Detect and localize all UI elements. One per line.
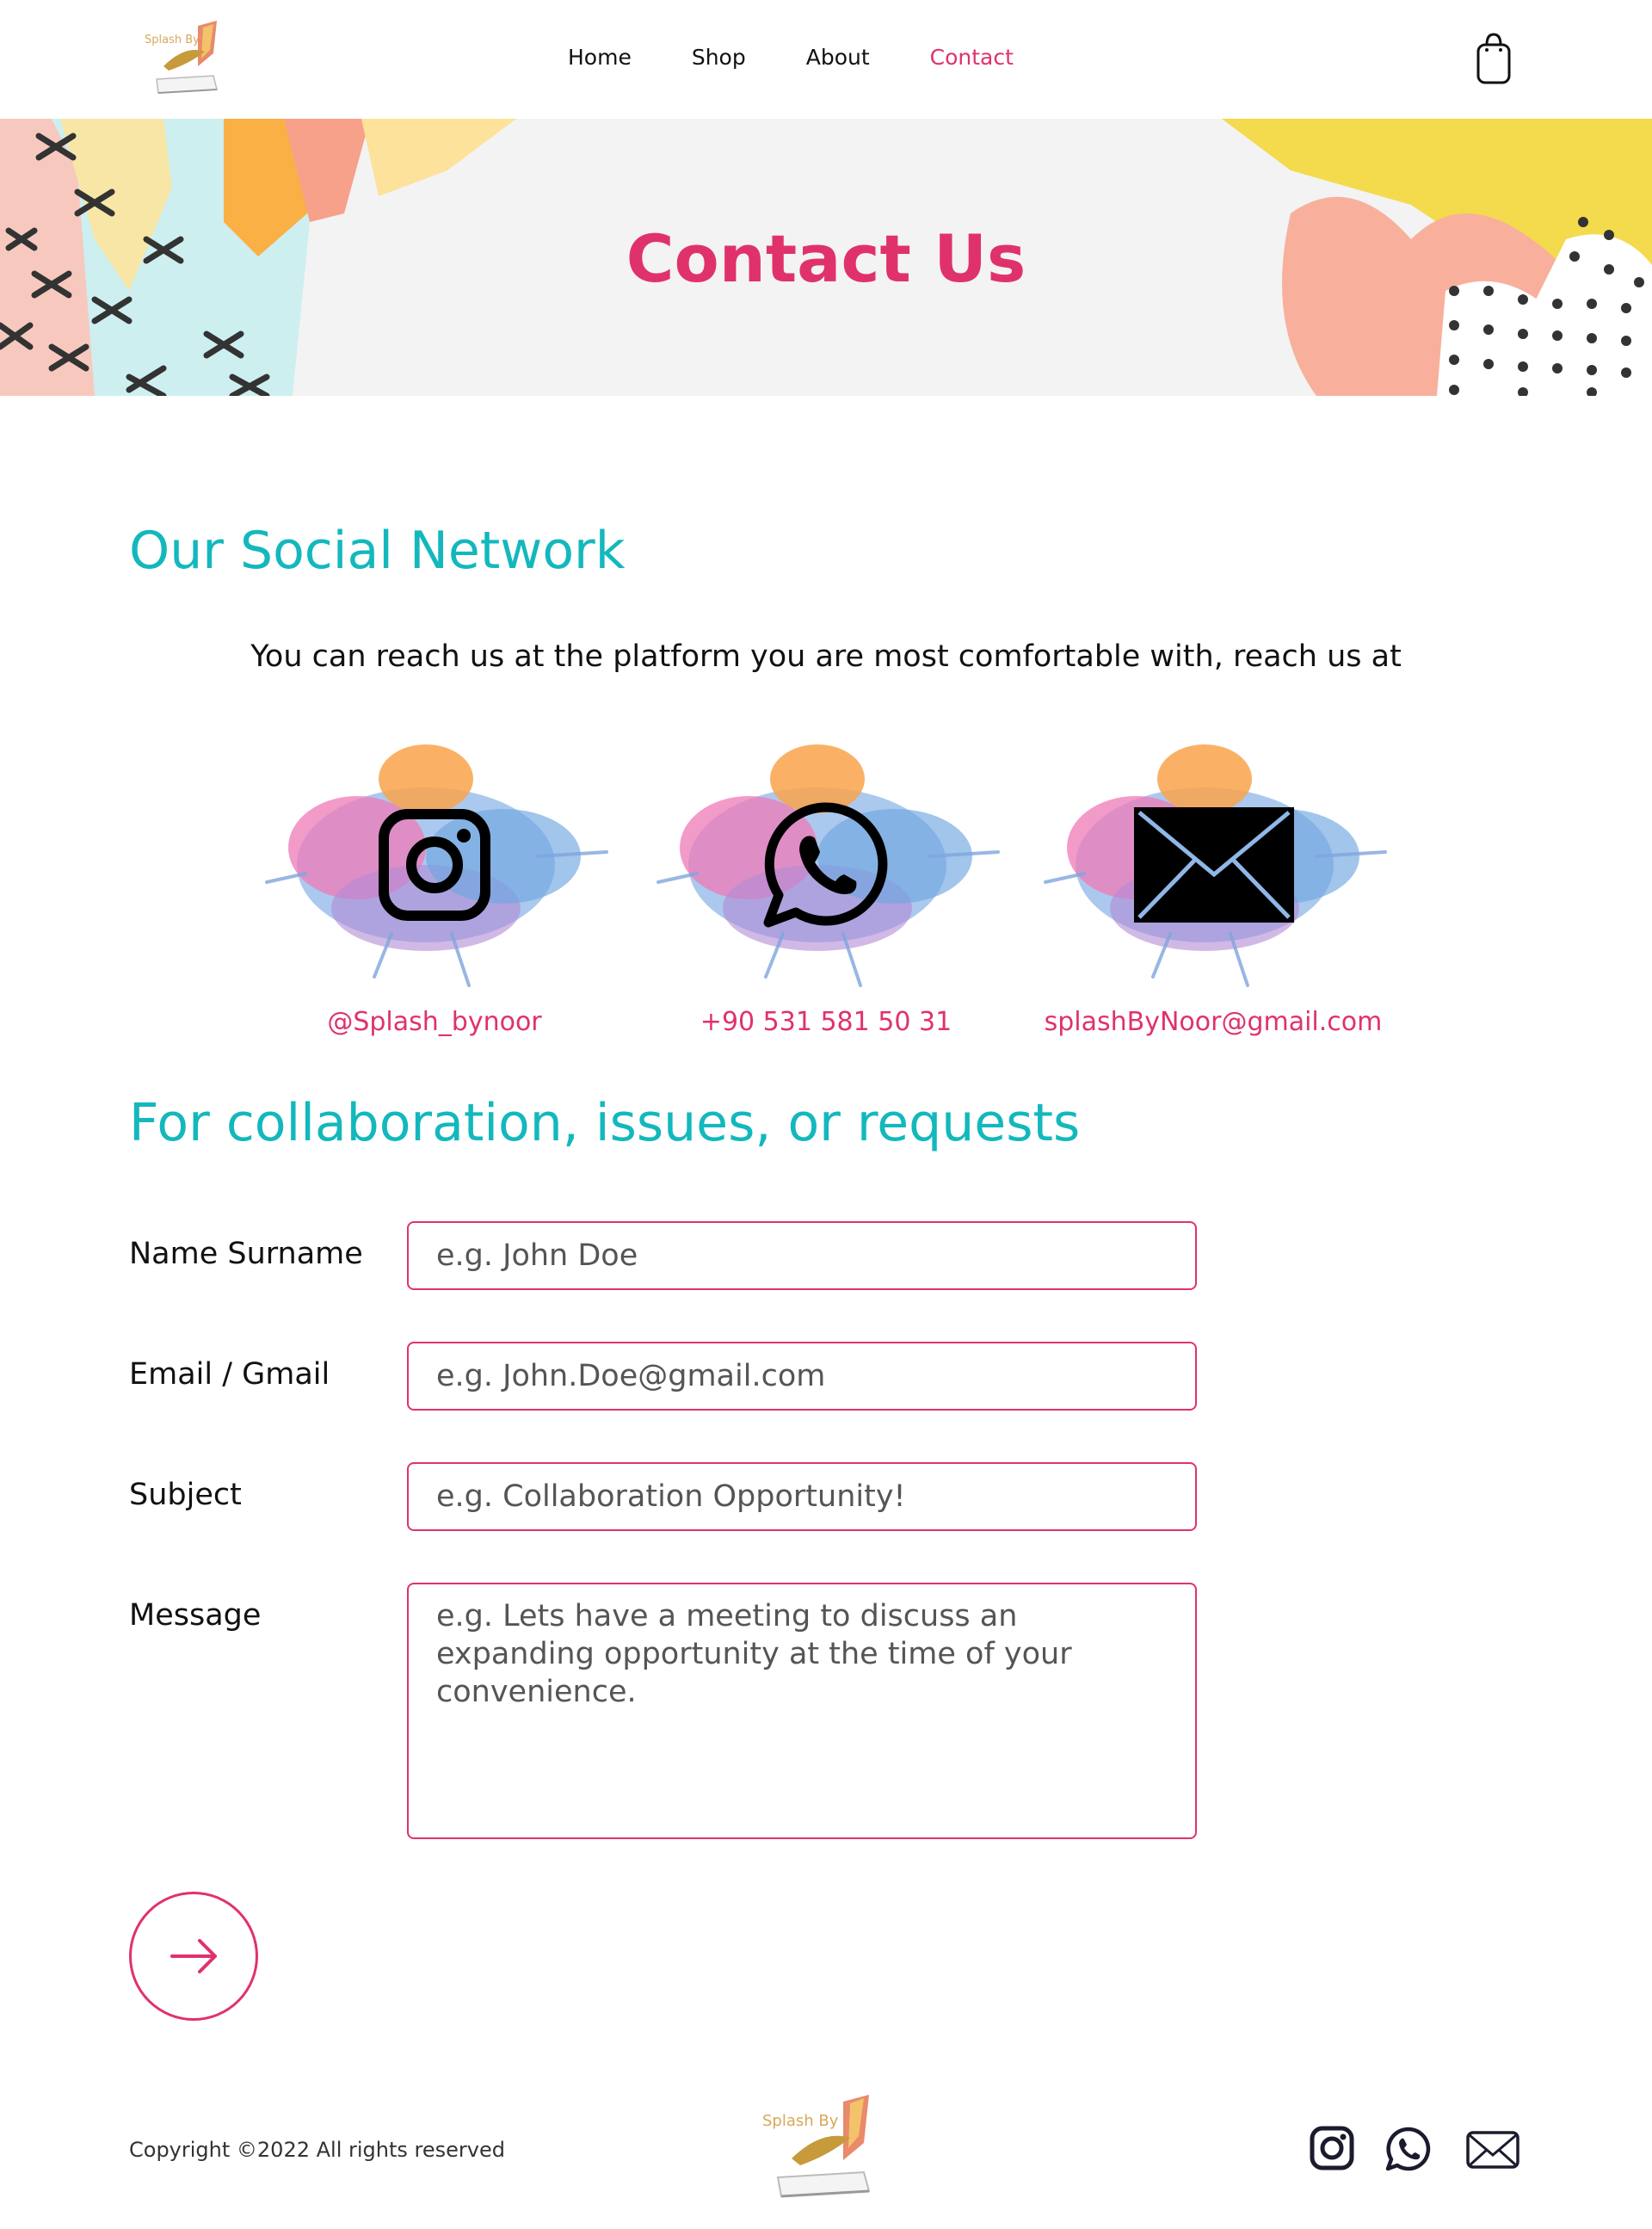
footer-brand-logo[interactable]: Splash By xyxy=(757,2091,886,2212)
hero-banner: Contact Us xyxy=(0,119,1652,396)
social-card-instagram[interactable] xyxy=(254,710,615,1003)
svg-text:Splash By: Splash By xyxy=(145,34,200,46)
email-label: Email / Gmail xyxy=(129,1357,330,1392)
nav-link-about[interactable]: About xyxy=(806,45,870,70)
page-title: Contact Us xyxy=(626,220,1026,297)
form-row-name: Name Surname xyxy=(129,1221,1197,1290)
email-input[interactable] xyxy=(407,1342,1197,1411)
nav-link-shop[interactable]: Shop xyxy=(692,45,746,70)
footer-instagram-icon[interactable] xyxy=(1310,2126,1354,2174)
arrow-right-icon xyxy=(170,1939,217,1973)
whatsapp-icon xyxy=(763,802,888,928)
name-input[interactable] xyxy=(407,1221,1197,1290)
shopping-bag-icon[interactable] xyxy=(1473,33,1514,86)
subject-label: Subject xyxy=(129,1478,242,1512)
copyright-text: Copyright ©2022 All rights reserved xyxy=(129,2138,505,2162)
social-description: You can reach us at the platform you are… xyxy=(250,639,1402,674)
form-row-message: Message xyxy=(129,1583,1197,1839)
social-card-email[interactable] xyxy=(1032,710,1394,1003)
nav-link-home[interactable]: Home xyxy=(568,45,632,70)
navbar: Splash By Home Shop About Contact xyxy=(0,0,1652,119)
name-label: Name Surname xyxy=(129,1237,363,1271)
instagram-handle[interactable]: @Splash_bynoor xyxy=(254,1007,615,1037)
message-label: Message xyxy=(129,1598,262,1633)
nav-link-contact[interactable]: Contact xyxy=(930,45,1014,70)
main-nav: Home Shop About Contact xyxy=(568,45,1014,70)
footer-whatsapp-icon[interactable] xyxy=(1385,2126,1432,2176)
subject-input[interactable] xyxy=(407,1462,1197,1531)
mail-icon xyxy=(1134,807,1294,923)
social-card-whatsapp[interactable] xyxy=(645,710,1007,1003)
message-textarea[interactable] xyxy=(407,1583,1197,1839)
instagram-icon xyxy=(379,809,490,921)
whatsapp-number[interactable]: +90 531 581 50 31 xyxy=(645,1007,1007,1037)
form-section-title: For collaboration, issues, or requests xyxy=(129,1093,1081,1153)
email-address[interactable]: splashByNoor@gmail.com xyxy=(1032,1007,1394,1037)
submit-button[interactable] xyxy=(129,1892,258,2021)
social-section-title: Our Social Network xyxy=(129,521,626,581)
form-row-subject: Subject xyxy=(129,1462,1197,1531)
brand-logo[interactable]: Splash By xyxy=(138,19,232,105)
svg-text:Splash By: Splash By xyxy=(762,2112,839,2130)
footer-mail-icon[interactable] xyxy=(1466,2131,1519,2172)
form-row-email: Email / Gmail xyxy=(129,1342,1197,1411)
